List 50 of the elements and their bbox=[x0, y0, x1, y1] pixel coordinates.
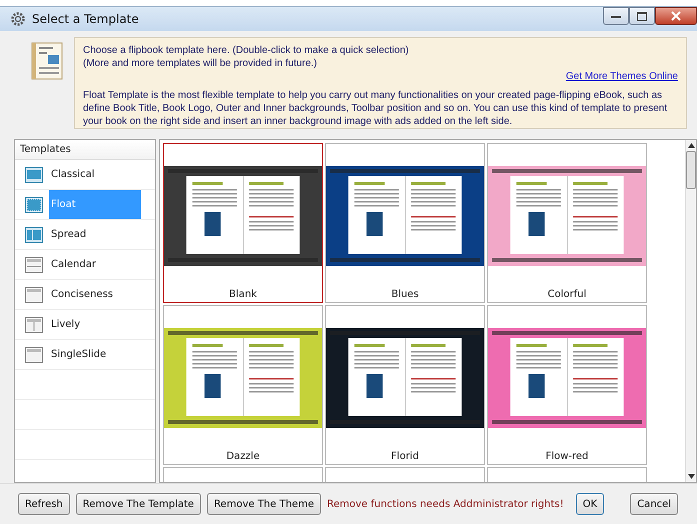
template-item[interactable]: Conciseness bbox=[49, 280, 141, 309]
ok-button[interactable]: OK bbox=[576, 493, 604, 515]
gear-icon bbox=[10, 11, 26, 27]
template-item[interactable]: SingleSlide bbox=[49, 340, 141, 369]
warning-text: Remove functions needs Addministrator rights! bbox=[326, 498, 564, 510]
template-description: Float Template is the most flexible template to help you carry out many functionalities on your created page-flipping eBook, such as define Book Title, Book Logo, Outer and Inner backgrounds, Toolbar position and so on. You can use this kind of template to present your book on the right side and insert an inner background image with ads added on the left side. bbox=[83, 89, 668, 128]
window-title: Select a Template bbox=[32, 12, 139, 26]
theme-tile[interactable] bbox=[487, 467, 647, 482]
theme-name: Florid bbox=[391, 451, 419, 462]
template-item[interactable]: Calendar bbox=[49, 250, 141, 279]
template-item[interactable]: Lively bbox=[49, 310, 141, 339]
maximize-icon bbox=[637, 12, 647, 20]
layout-icon bbox=[25, 256, 43, 272]
layout-icon bbox=[25, 166, 43, 182]
layout-icon bbox=[25, 286, 43, 302]
layout-icon bbox=[25, 226, 43, 242]
action-button[interactable]: Remove The Theme bbox=[206, 493, 321, 515]
theme-tile[interactable]: Dazzle bbox=[163, 305, 323, 465]
theme-name: Colorful bbox=[548, 289, 586, 300]
theme-name: Blues bbox=[391, 289, 419, 300]
cancel-button[interactable]: Cancel bbox=[630, 493, 678, 515]
template-item[interactable]: Spread bbox=[49, 220, 141, 249]
layout-icon bbox=[25, 196, 43, 212]
layout-icon bbox=[25, 316, 43, 332]
close-button[interactable] bbox=[655, 7, 697, 25]
scrollbar[interactable] bbox=[685, 140, 696, 482]
theme-name: Flow-red bbox=[546, 451, 588, 462]
theme-name: Dazzle bbox=[226, 451, 260, 462]
theme-tile[interactable]: Flow-red bbox=[487, 305, 647, 465]
info-text: (More and more templates will be provided in future.) bbox=[83, 57, 318, 70]
action-button[interactable]: Refresh bbox=[18, 493, 70, 515]
layout-icon bbox=[25, 346, 43, 362]
theme-tile[interactable]: Blank bbox=[163, 143, 323, 303]
close-icon bbox=[671, 11, 681, 21]
action-button[interactable]: Remove The Template bbox=[76, 493, 201, 515]
theme-tile[interactable]: Florid bbox=[325, 305, 485, 465]
info-text: Choose a flipbook template here. (Double-click to make a quick selection) bbox=[83, 44, 410, 57]
theme-tile[interactable]: Blues bbox=[325, 143, 485, 303]
scroll-down-icon[interactable] bbox=[688, 474, 694, 479]
minimize-icon bbox=[611, 14, 621, 18]
theme-tile[interactable]: Colorful bbox=[487, 143, 647, 303]
scroll-up-icon[interactable] bbox=[688, 143, 694, 148]
theme-name: Blank bbox=[229, 289, 257, 300]
minimize-button[interactable] bbox=[603, 7, 629, 25]
theme-tile[interactable] bbox=[163, 467, 323, 482]
themes-link[interactable]: Get More Themes Online bbox=[566, 70, 678, 83]
theme-tile[interactable] bbox=[325, 467, 485, 482]
maximize-button[interactable] bbox=[629, 7, 655, 25]
template-item[interactable]: Classical bbox=[49, 160, 141, 189]
scrollbar-thumb[interactable] bbox=[686, 151, 696, 189]
